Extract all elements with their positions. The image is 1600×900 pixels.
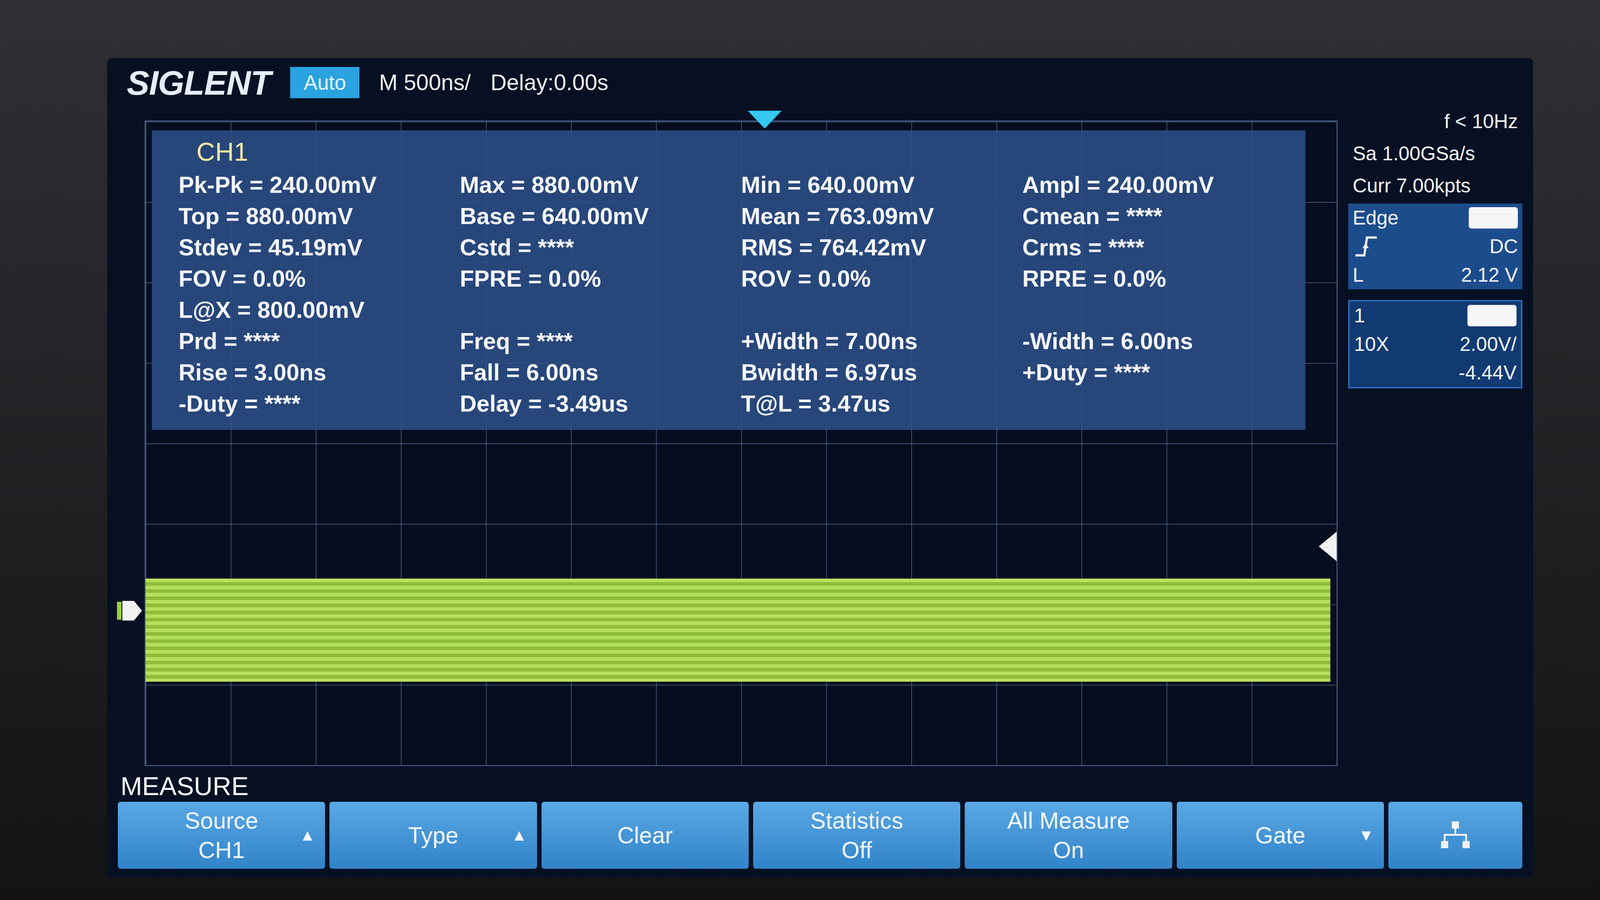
trigger-level-label: L [1352, 263, 1364, 287]
softkey-button[interactable]: StatisticsOff [753, 801, 961, 869]
measurement-value: Min = 640.00mV [741, 169, 1014, 201]
softkey-value: CH1 [198, 835, 245, 865]
softkey-label: All Measure [1007, 805, 1130, 836]
trigger-coupling-row[interactable]: DC [1348, 232, 1523, 261]
rising-edge-icon [1352, 233, 1380, 259]
softkey-arrow: ▼ [1358, 820, 1375, 850]
trigger-level: 2.12 V [1461, 263, 1518, 287]
run-mode-badge[interactable]: Auto [290, 66, 360, 99]
brand-logo: SIGLENT [126, 63, 271, 103]
measurement-value: -Width = 6.00ns [1022, 325, 1295, 357]
measurement-value: Ampl = 240.00mV [1022, 169, 1295, 201]
softkey-button[interactable]: SourceCH1 ▲ [117, 801, 325, 869]
measurement-grid: Pk-Pk = 240.00mVMax = 880.00mVMin = 640.… [178, 169, 1295, 420]
channel-offset-row: -4.44V [1349, 358, 1521, 388]
measurement-value: Stdev = 45.19mV [178, 231, 451, 263]
vertical-scale: 2.00V/ [1459, 333, 1517, 356]
measurement-value: Delay = -3.49us [459, 387, 733, 420]
measurement-value: Cmean = **** [1022, 200, 1295, 232]
softkey-label: Statistics [810, 805, 904, 836]
measurement-value: FPRE = 0.0% [459, 262, 733, 295]
measurement-panel: CH1Pk-Pk = 240.00mVMax = 880.00mVMin = 6… [151, 130, 1306, 430]
measurement-value: T@L = 3.47us [741, 387, 1014, 420]
sample-rate: Sa 1.00GSa/s [1352, 142, 1475, 165]
frequency-row: f < 10Hz [1348, 107, 1523, 136]
trigger-coupling: DC [1489, 235, 1518, 258]
channel-indicator [1467, 304, 1517, 327]
measurement-value: Top = 880.00mV [178, 200, 451, 232]
measurement-value: Pk-Pk = 240.00mV [178, 169, 451, 201]
softkey-button[interactable]: Gate ▼ [1176, 801, 1384, 869]
trigger-frequency: f < 10Hz [1444, 110, 1518, 133]
menu-title: MEASURE [117, 770, 1523, 802]
delay: Delay:0.00s [490, 69, 609, 96]
measurement-value: -Duty = **** [178, 387, 451, 420]
softkey-label: Gate [1254, 820, 1306, 850]
trigger-position-icon [746, 109, 783, 130]
channel-scale-row: 10X 2.00V/ [1349, 329, 1521, 359]
channel-number: 1 [1354, 304, 1365, 327]
waveform-trace [145, 578, 1331, 682]
trigger-indicator [1468, 207, 1518, 229]
probe-ratio: 10X [1354, 333, 1389, 356]
trigger-box[interactable]: Edge DC L 2.12 V [1348, 203, 1523, 290]
main-area: CH1Pk-Pk = 240.00mVMax = 880.00mVMin = 6… [117, 107, 1523, 771]
measurement-value [741, 294, 1014, 326]
top-bar: SIGLENT Auto M 500ns/Delay:0.00s [117, 58, 1523, 108]
measurement-value: Prd = **** [178, 325, 451, 357]
measurement-value: FOV = 0.0% [178, 262, 451, 295]
measurement-value [1022, 387, 1295, 420]
waveform-area: CH1Pk-Pk = 240.00mVMax = 880.00mVMin = 6… [117, 107, 1338, 771]
softkey-value: Off [841, 835, 872, 865]
scope-screen: SIGLENTAutoM 500ns/Delay:0.00sCH1Pk-Pk =… [107, 58, 1534, 878]
measurement-value: +Duty = **** [1022, 356, 1295, 388]
measurement-value: L@X = 800.00mV [178, 294, 451, 326]
measurement-value: Max = 880.00mV [459, 169, 733, 201]
softkey-label: Source [184, 805, 259, 836]
softkey-row: SourceCH1▲Type▲ClearStatisticsOffAll Mea… [117, 801, 1523, 869]
measurement-value [1022, 294, 1295, 326]
trigger-type: Edge [1352, 206, 1399, 230]
graticule: CH1Pk-Pk = 240.00mVMax = 880.00mVMin = 6… [144, 120, 1338, 767]
measurement-value: Fall = 6.00ns [459, 356, 733, 388]
status-panel: f < 10HzSa 1.00GSa/sCurr 7.00kptsEdgeDCL… [1348, 107, 1523, 771]
measurement-value: Cstd = **** [459, 231, 733, 263]
trigger-level-row[interactable]: L 2.12 V [1348, 260, 1523, 290]
vertical-offset: -4.44V [1458, 361, 1517, 384]
measurement-value: +Width = 7.00ns [741, 325, 1014, 357]
measure-source-label: CH1 [178, 136, 1295, 167]
softkey-button[interactable]: Type ▲ [329, 801, 537, 869]
softkey-button[interactable] [1388, 801, 1523, 869]
measurement-value: Rise = 3.00ns [178, 356, 451, 388]
softkey-label: Clear [617, 820, 673, 850]
trigger-level-icon [1316, 530, 1338, 563]
softkey-label: Type [408, 820, 459, 850]
channel-header-row: 1 [1349, 301, 1521, 330]
softkey-value: On [1053, 835, 1084, 865]
memory-depth: Curr 7.00kpts [1352, 174, 1471, 197]
channel-box[interactable]: 1 10X 2.00V/ -4.44V [1348, 300, 1523, 389]
measurement-value: RMS = 764.42mV [741, 231, 1014, 263]
sample-rate-row: Sa 1.00GSa/s [1348, 139, 1523, 168]
menu-navigation-icon [1437, 819, 1474, 851]
memory-row: Curr 7.00kpts [1348, 171, 1523, 200]
measurement-value: Crms = **** [1022, 231, 1295, 263]
softkey-button[interactable]: All MeasureOn [964, 801, 1172, 869]
measurement-value: Mean = 763.09mV [741, 200, 1014, 232]
channel-level-icon [116, 597, 144, 625]
measurement-value: RPRE = 0.0% [1022, 262, 1295, 295]
oscilloscope-bezel: SIGLENTAutoM 500ns/Delay:0.00sCH1Pk-Pk =… [0, 0, 1600, 900]
timebase: M 500ns/ [379, 69, 471, 96]
measurement-value: ROV = 0.0% [741, 262, 1014, 295]
measurement-value [459, 294, 733, 326]
trigger-type-row[interactable]: Edge [1348, 203, 1523, 233]
softkey-menu: MEASURESourceCH1 ▲ Type ▲ Clear StatisticsOff… [117, 770, 1523, 869]
softkey-arrow: ▲ [299, 820, 316, 850]
measurement-value: Freq = **** [459, 325, 733, 357]
measurement-value: Bwidth = 6.97us [741, 356, 1014, 388]
softkey-arrow: ▲ [511, 820, 528, 850]
measurement-value: Base = 640.00mV [459, 200, 733, 232]
softkey-button[interactable]: Clear [541, 801, 749, 869]
